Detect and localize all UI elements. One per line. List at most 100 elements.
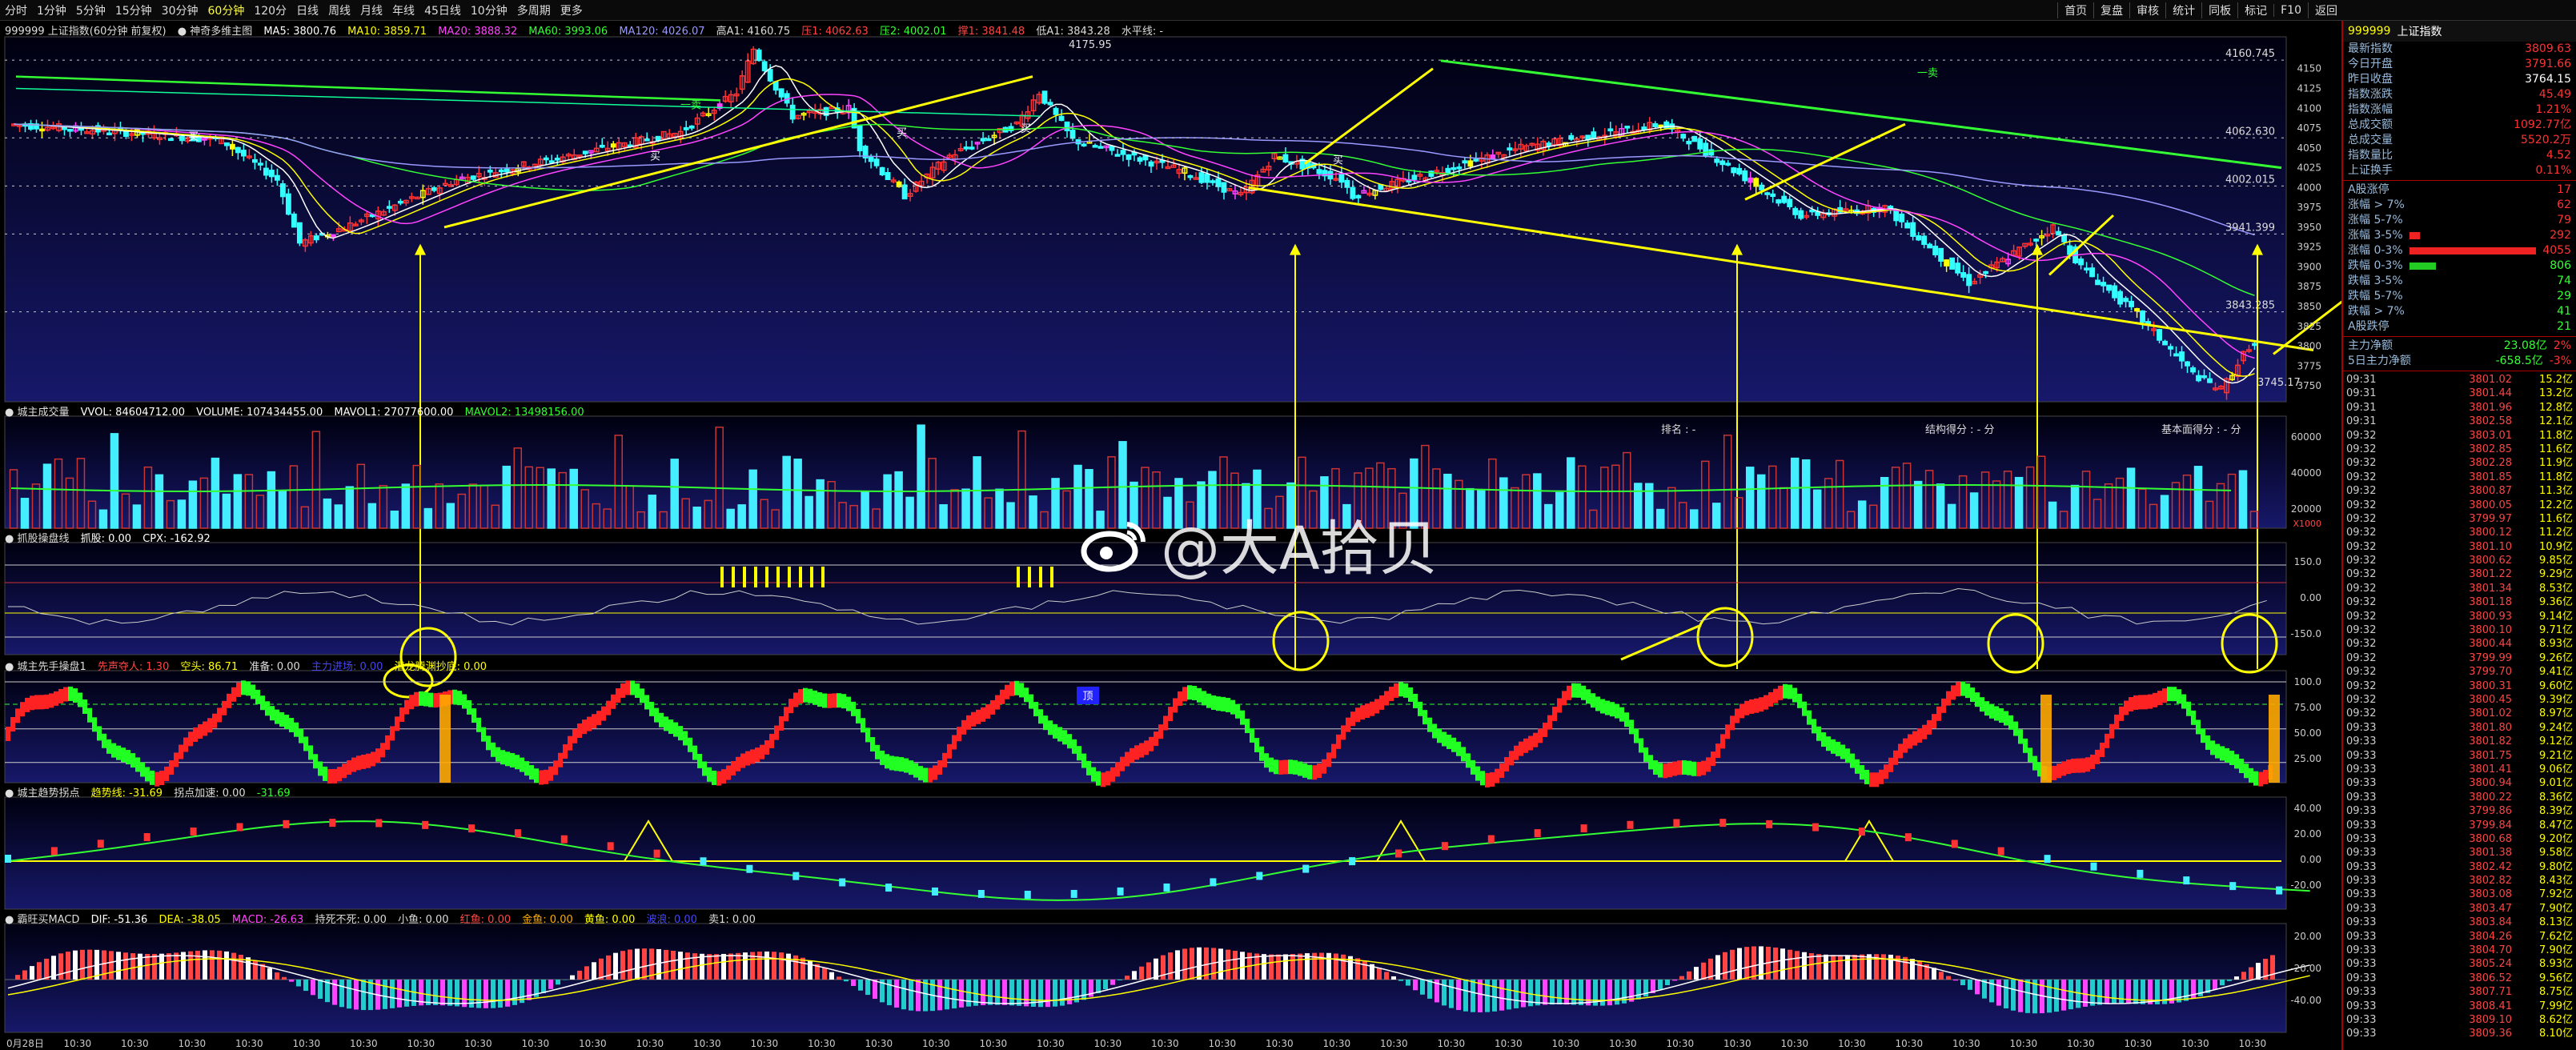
macd-bar <box>952 980 957 1009</box>
candle-body <box>2207 378 2213 383</box>
candle-body <box>62 126 67 130</box>
tick-price: 3800.45 <box>2469 693 2512 706</box>
toolbar-action-button[interactable]: 同板 <box>2201 2 2237 18</box>
macd-bar <box>916 980 921 1012</box>
p5-axis-label: 20.00 <box>2294 828 2321 840</box>
chart-area[interactable]: 4160.745 4062.630 4002.015 3941.399 3843.285… <box>0 21 2341 1050</box>
time-axis-label: 0月28日 <box>6 1038 44 1049</box>
volume-axis-label: 40000 <box>2291 467 2321 479</box>
macd-bar <box>887 980 892 1006</box>
fund-value: 23.08亿 <box>2503 339 2547 352</box>
volume-bar <box>177 499 187 529</box>
toolbar-action-button[interactable]: 返回 <box>2308 2 2344 18</box>
macd-bar <box>548 980 553 989</box>
timeframe-tab[interactable]: 60分钟 <box>203 2 250 18</box>
time-axis-label: 10:30 <box>2239 1038 2267 1049</box>
breadth-bar <box>2396 323 2551 331</box>
macd-bar <box>159 953 164 980</box>
volume-bar <box>423 507 433 529</box>
timeframe-tab[interactable]: 分时 <box>0 2 32 18</box>
panel5-value-2: 拐点加速: 0.00 <box>174 788 246 800</box>
support1-value: 撑1: 3841.48 <box>957 26 1025 38</box>
candle-body <box>1109 146 1115 151</box>
time-axis-label: 10:30 <box>579 1038 607 1049</box>
timeframe-tab[interactable]: 120分 <box>249 2 291 18</box>
toolbar-action-button[interactable]: 标记 <box>2237 2 2273 18</box>
macd-bar <box>664 949 668 980</box>
tick-row: 09:33 3807.71 8.75亿 <box>2343 985 2576 999</box>
p5-dot <box>1487 835 1495 844</box>
p6-axis-label: -40.00 <box>2290 995 2321 1006</box>
quote-row-label: 昨日收盘 <box>2348 73 2393 86</box>
tick-price: 3800.62 <box>2469 555 2512 567</box>
macd-bar <box>66 952 70 980</box>
quote-row-label: 指数量比 <box>2348 149 2393 162</box>
macd-bar <box>1795 951 1800 980</box>
macd-bar <box>1233 950 1238 980</box>
time-axis-label: 10:30 <box>1151 1038 1179 1049</box>
macd-bar <box>1175 950 1180 980</box>
toolbar-action-button[interactable]: 首页 <box>2057 2 2093 18</box>
toolbar-action-button[interactable]: 复盘 <box>2093 2 2129 18</box>
volume-bar <box>973 456 981 529</box>
candle-body <box>1904 222 1911 229</box>
candle-body <box>963 146 969 150</box>
tick-time: 09:33 <box>2346 1013 2377 1026</box>
low-price-label: 3745.17 <box>2257 377 2301 389</box>
macd-bar <box>1550 980 1555 1005</box>
timeframe-tab[interactable]: 更多 <box>556 2 588 18</box>
candle-body <box>296 222 303 244</box>
tick-row: 09:33 3800.22 8.36亿 <box>2343 791 2576 804</box>
timeframe-tab[interactable]: 15分钟 <box>110 2 157 18</box>
candle-body <box>554 158 560 161</box>
p5-dot <box>190 827 197 836</box>
resist1-value: 压1: 4062.63 <box>801 26 869 38</box>
price-axis-label: 4050 <box>2297 142 2321 154</box>
toolbar-action-button[interactable]: 统计 <box>2165 2 2201 18</box>
volume-bar <box>154 474 164 529</box>
tick-price: 3800.10 <box>2469 624 2512 637</box>
watermark-text: @大A拾贝 <box>1161 515 1438 583</box>
tick-row: 09:33 3802.82 8.43亿 <box>2343 874 2576 888</box>
tick-list[interactable]: 09:31 3801.02 15.2亿 09:31 3801.44 13.2亿 09:31 3… <box>2343 373 2576 1041</box>
macd-bar <box>1362 960 1367 980</box>
toolbar-action-button[interactable]: 审核 <box>2129 2 2165 18</box>
quote-row-value: 806 <box>2550 259 2571 272</box>
candle-body <box>1658 124 1664 128</box>
macd-bar <box>426 980 431 1005</box>
candle-body <box>1916 234 1922 241</box>
volume-bar <box>883 474 892 529</box>
timeframe-tab[interactable]: 日线 <box>291 2 323 18</box>
timeframe-tab[interactable]: 45日线 <box>419 2 466 18</box>
tick-price: 3808.41 <box>2469 1000 2512 1012</box>
candle-body <box>1445 167 1451 174</box>
timeframe-tab[interactable]: 年线 <box>387 2 419 18</box>
candle-body <box>1736 167 1743 174</box>
price-axis-label: 4000 <box>2297 182 2321 193</box>
tick-time: 09:32 <box>2346 596 2377 609</box>
macd-bar <box>1831 955 1836 980</box>
candle-body <box>2123 298 2129 303</box>
macd-bar <box>347 980 351 1009</box>
candle-body <box>969 146 975 150</box>
volume-bar <box>2193 466 2203 529</box>
macd-bar <box>1543 980 1547 1005</box>
tick-price: 3801.85 <box>2469 471 2512 483</box>
macd-bar <box>858 980 863 991</box>
candle-body <box>179 135 185 142</box>
timeframe-tab[interactable]: 1分钟 <box>32 2 71 18</box>
candle-body <box>2129 300 2134 307</box>
macd-bar <box>1751 946 1756 980</box>
macd-bar <box>909 980 913 1011</box>
timeframe-tab[interactable]: 10分钟 <box>466 2 512 18</box>
timeframe-tab[interactable]: 5分钟 <box>71 2 110 18</box>
macd-bar <box>1507 980 1511 1010</box>
time-axis-label: 10:30 <box>693 1038 721 1049</box>
timeframe-tab[interactable]: 周线 <box>323 2 355 18</box>
toolbar-action-button[interactable]: F10 <box>2273 4 2308 17</box>
tick-time: 09:32 <box>2346 512 2377 525</box>
tick-price: 3801.22 <box>2469 568 2512 581</box>
timeframe-tab[interactable]: 月线 <box>355 2 387 18</box>
timeframe-tab[interactable]: 多周期 <box>512 2 556 18</box>
timeframe-tab[interactable]: 30分钟 <box>157 2 203 18</box>
